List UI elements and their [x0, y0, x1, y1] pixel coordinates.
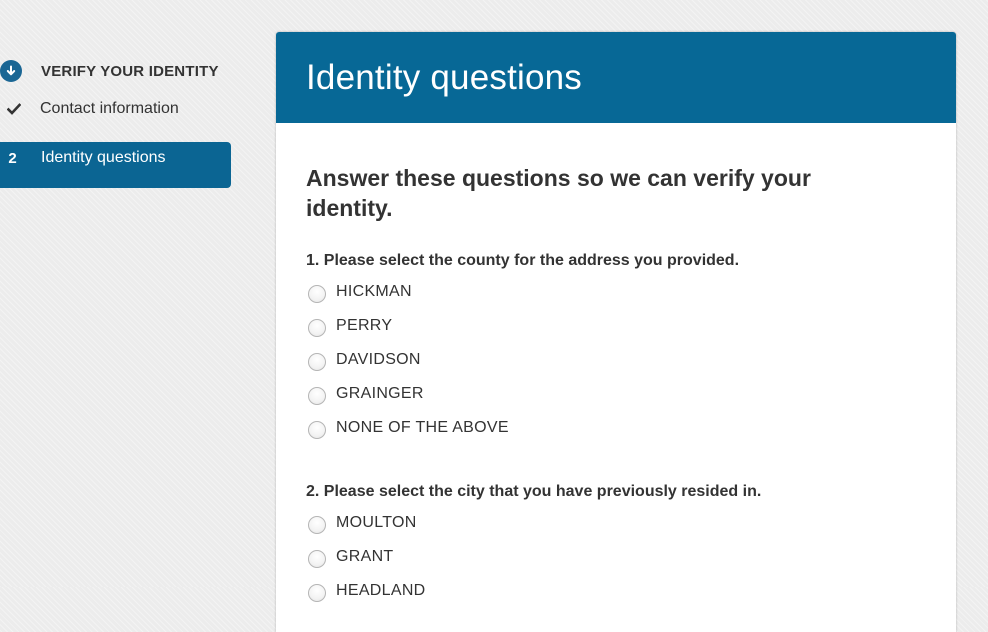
option-moulton[interactable]: MOULTON	[306, 506, 926, 540]
option-grant[interactable]: GRANT	[306, 540, 926, 574]
step-number: 2	[8, 150, 17, 167]
option-davidson[interactable]: DAVIDSON	[306, 343, 926, 377]
radio-button[interactable]	[308, 516, 326, 534]
radio-button[interactable]	[308, 550, 326, 568]
card-header: Identity questions	[276, 32, 956, 123]
option-grainger[interactable]: GRAINGER	[306, 377, 926, 411]
option-label[interactable]: GRANT	[336, 548, 394, 566]
arrow-down-circle-icon	[0, 60, 22, 82]
card-body: Answer these questions so we can verify …	[276, 123, 956, 608]
option-label[interactable]: HICKMAN	[336, 283, 412, 301]
step-contact-information[interactable]: Contact information	[0, 100, 179, 118]
step-label: Identity questions	[41, 149, 166, 166]
radio-button[interactable]	[308, 421, 326, 439]
section-title: VERIFY YOUR IDENTITY	[41, 62, 219, 80]
radio-button[interactable]	[308, 319, 326, 337]
question-text: 1. Please select the county for the addr…	[306, 252, 740, 269]
checkmark-icon	[0, 103, 28, 115]
option-headland[interactable]: HEADLAND	[306, 574, 926, 608]
question-city: 2. Please select the city that you have …	[306, 483, 926, 608]
option-perry[interactable]: PERRY	[306, 309, 926, 343]
instruction-heading: Answer these questions so we can verify …	[306, 165, 811, 221]
option-label[interactable]: DAVIDSON	[336, 351, 421, 369]
radio-button[interactable]	[308, 353, 326, 371]
option-label[interactable]: HEADLAND	[336, 582, 426, 600]
option-label[interactable]: NONE OF THE ABOVE	[336, 419, 509, 437]
question-county: 1. Please select the county for the addr…	[306, 252, 926, 445]
section-header: VERIFY YOUR IDENTITY	[0, 60, 219, 82]
step-identity-questions[interactable]: 2 Identity questions	[0, 142, 231, 188]
step-label: Contact information	[40, 100, 179, 117]
option-hickman[interactable]: HICKMAN	[306, 275, 926, 309]
radio-button[interactable]	[308, 387, 326, 405]
identity-questions-card: Identity questions Answer these question…	[276, 32, 956, 632]
question-text: 2. Please select the city that you have …	[306, 483, 762, 500]
page-title: Identity questions	[306, 57, 582, 97]
option-none-of-the-above[interactable]: NONE OF THE ABOVE	[306, 411, 926, 445]
option-label[interactable]: GRAINGER	[336, 385, 424, 403]
option-label[interactable]: PERRY	[336, 317, 392, 335]
radio-button[interactable]	[308, 285, 326, 303]
option-label[interactable]: MOULTON	[336, 514, 417, 532]
